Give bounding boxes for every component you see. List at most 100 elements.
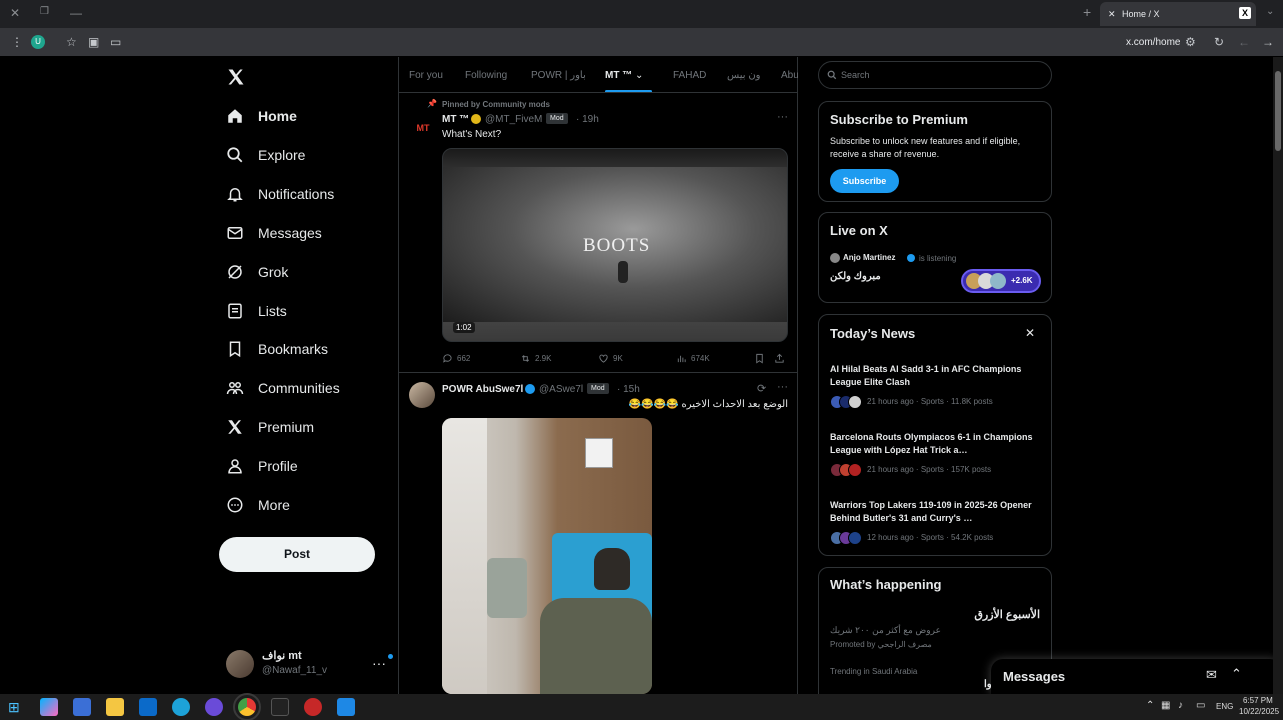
nav-item-notifications[interactable]: Notifications <box>226 179 334 209</box>
nav-item-premium[interactable]: Premium <box>226 412 314 442</box>
bell-icon <box>227 187 243 202</box>
back-icon[interactable]: → <box>1262 35 1274 49</box>
nav-item-more[interactable]: More <box>226 490 290 520</box>
reload-icon[interactable]: ↻ <box>1214 35 1224 49</box>
file-explorer-icon[interactable] <box>106 698 124 716</box>
restore-window-icon[interactable]: ❐ <box>40 6 49 17</box>
bookmark-icon <box>229 341 241 358</box>
nav-item-label: Communities <box>258 380 340 397</box>
site-settings-icon[interactable]: ⚙ <box>1185 35 1196 49</box>
tab-onepiece[interactable]: ون بيس <box>727 70 761 81</box>
minimize-window-icon[interactable]: — <box>70 6 82 20</box>
reply-button[interactable]: 662 <box>442 353 470 364</box>
shield-icon[interactable] <box>337 698 355 716</box>
repost-button[interactable]: 2.9K <box>520 353 551 364</box>
nav-item-lists[interactable]: Lists <box>226 296 287 326</box>
tab-search-icon[interactable]: ⌄ <box>1266 6 1274 17</box>
mod-badge: Mod <box>546 113 568 124</box>
scrollbar-thumb[interactable] <box>1275 71 1281 151</box>
clock-time[interactable]: 6:57 PM <box>1243 696 1273 705</box>
like-button[interactable]: 9K <box>598 353 623 364</box>
forward-icon[interactable]: ← <box>1238 35 1250 49</box>
nav-item-messages[interactable]: Messages <box>226 218 322 248</box>
avatar[interactable]: MT <box>411 116 435 140</box>
nav-item-home[interactable]: Home <box>226 101 297 131</box>
start-icon[interactable]: ⊞ <box>8 698 26 716</box>
x-logo-icon[interactable] <box>226 67 246 92</box>
tray-arrow-icon[interactable]: ⌃ <box>1146 700 1154 711</box>
tab-abu[interactable]: Abu <box>781 70 798 81</box>
tab-for-you[interactable]: For you <box>409 70 443 81</box>
nav-item-profile[interactable]: Profile <box>226 451 298 481</box>
notification-dot <box>388 654 393 659</box>
expand-icon[interactable]: ⌃ <box>1231 666 1242 682</box>
language-indicator[interactable]: ENG <box>1216 702 1233 711</box>
bookmark-button[interactable] <box>754 353 769 364</box>
new-message-icon[interactable]: ✉ <box>1206 667 1217 683</box>
tab-fahad[interactable]: FAHAD <box>673 70 706 81</box>
address-bar[interactable]: x.com/home <box>1126 37 1180 48</box>
x-page: Home Explore Notifications Messages Grok List… <box>0 57 1283 694</box>
video-player[interactable]: BOOTS 1:02 <box>442 148 788 342</box>
live-host[interactable]: Anjo Martinez <box>843 253 895 262</box>
live-space-title[interactable]: مبروك ولكن <box>830 271 881 282</box>
subscribe-button[interactable]: Subscribe <box>830 169 899 193</box>
clock-date[interactable]: 10/22/2025 <box>1239 707 1279 716</box>
tweet-time[interactable]: · 19h <box>576 114 599 125</box>
tab-powr[interactable]: POWR | باور <box>531 70 586 81</box>
cast-icon[interactable]: ▭ <box>110 35 121 49</box>
tab-mt[interactable]: MT ™ ⌄ <box>605 70 643 81</box>
live-card: Live on X Anjo Martinez is listening مبر… <box>818 212 1052 303</box>
close-tab-icon[interactable]: ✕ <box>1108 2 1116 26</box>
page-scrollbar[interactable] <box>1273 57 1283 694</box>
chrome-icon[interactable] <box>233 693 261 720</box>
account-switcher[interactable]: نواف mt @Nawaf_11_v ··· <box>226 647 393 683</box>
volume-icon[interactable]: ♪ <box>1178 700 1183 711</box>
profile-icon[interactable]: U <box>31 35 45 49</box>
edge-icon[interactable] <box>172 698 190 716</box>
game-app-icon[interactable] <box>304 698 322 716</box>
tweet-image[interactable] <box>442 418 652 694</box>
discord-icon[interactable] <box>205 698 223 716</box>
search-input[interactable]: Search <box>818 61 1052 89</box>
views-button[interactable]: 674K <box>676 353 710 364</box>
copilot-icon[interactable] <box>40 698 58 716</box>
nav-item-grok[interactable]: Grok <box>226 257 288 287</box>
verified-gold-icon <box>471 114 481 124</box>
share-button[interactable] <box>774 353 789 364</box>
nav-item-communities[interactable]: Communities <box>226 373 340 403</box>
menu-dots-icon[interactable]: ⋮ <box>11 35 23 49</box>
author-name[interactable]: MT ™ <box>442 114 469 125</box>
tweet[interactable]: POWR AbuSwe7l @ASwe7l Mod · 15h ⟳ ··· ال… <box>399 374 798 694</box>
grok-icon[interactable]: ⟳ <box>757 382 766 395</box>
live-listeners-pill[interactable]: +2.6K <box>961 269 1041 293</box>
more-dots-icon[interactable]: ··· <box>372 655 386 671</box>
promo-title[interactable]: الأسبوع الأزرق <box>974 608 1040 621</box>
network-icon[interactable]: ▦ <box>1161 700 1170 711</box>
new-tab-icon[interactable]: + <box>1083 4 1091 20</box>
more-dots-icon[interactable]: ··· <box>777 381 788 393</box>
reader-icon[interactable]: ▣ <box>88 35 99 49</box>
tweet-time[interactable]: · 15h <box>617 384 640 395</box>
close-window-icon[interactable]: ✕ <box>10 6 20 20</box>
messages-drawer[interactable]: Messages ✉ ⌃ <box>991 659 1282 694</box>
browser-tab[interactable]: ✕ Home / X <box>1100 2 1256 26</box>
fivem-icon[interactable] <box>271 698 289 716</box>
author-handle[interactable]: @MT_FiveM <box>485 114 542 125</box>
news-headline: Barcelona Routs Olympiacos 6-1 in Champi… <box>830 432 1033 455</box>
star-icon[interactable]: ☆ <box>66 35 77 49</box>
tab-following[interactable]: Following <box>465 70 507 81</box>
battery-icon[interactable]: ▭ <box>1196 700 1205 711</box>
post-button[interactable]: Post <box>219 537 375 572</box>
outlook-icon[interactable] <box>139 698 157 716</box>
store-icon[interactable] <box>73 698 91 716</box>
home-timeline: For you Following POWR | باور MT ™ ⌄ FAH… <box>398 57 798 694</box>
more-dots-icon[interactable]: ··· <box>777 111 788 123</box>
search-placeholder: Search <box>841 70 870 80</box>
author-handle[interactable]: @ASwe7l <box>539 384 583 395</box>
tweet[interactable]: 📌 Pinned by Community mods MT MT ™ @MT_F… <box>399 94 798 373</box>
nav-item-bookmarks[interactable]: Bookmarks <box>226 334 328 364</box>
author-name[interactable]: POWR AbuSwe7l <box>442 384 523 395</box>
close-icon[interactable]: ✕ <box>1025 326 1035 340</box>
nav-item-explore[interactable]: Explore <box>226 140 305 170</box>
